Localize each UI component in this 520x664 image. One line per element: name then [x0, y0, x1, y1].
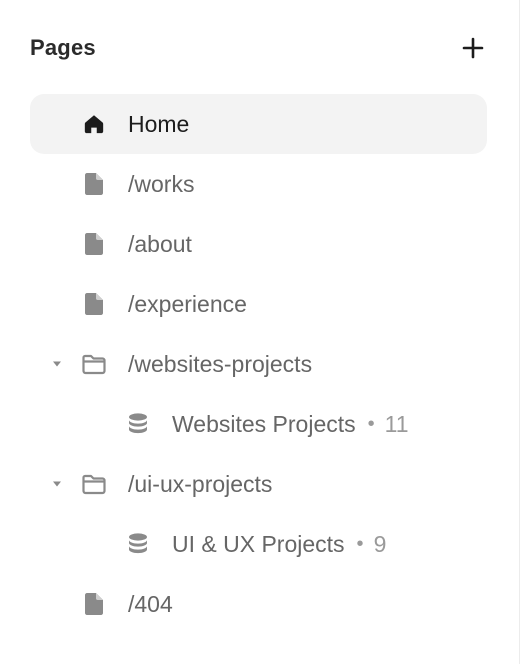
page-item-404[interactable]: /404	[30, 574, 487, 634]
page-icon	[82, 592, 106, 616]
add-page-button[interactable]	[459, 34, 487, 62]
page-item-label: /ui-ux-projects	[128, 470, 273, 497]
page-item-label: /404	[128, 590, 173, 617]
page-item-experience[interactable]: /experience	[30, 274, 487, 334]
collection-count: 11	[384, 410, 409, 437]
collection-item-label: Websites Projects • 11	[172, 411, 409, 438]
database-icon	[126, 412, 150, 436]
folder-icon	[82, 472, 106, 496]
caret-down-icon[interactable]	[50, 357, 64, 371]
pages-title: Pages	[30, 35, 96, 60]
plus-icon	[462, 37, 484, 59]
pages-list: Home /works /about /experience /websites…	[30, 94, 487, 634]
page-item-label: Home	[128, 110, 190, 137]
page-item-websites-projects[interactable]: /websites-projects	[30, 334, 487, 394]
page-icon	[82, 232, 106, 256]
collection-item-ui-ux-projects[interactable]: UI & UX Projects • 9	[30, 514, 487, 574]
page-item-label: /websites-projects	[128, 350, 313, 377]
folder-icon	[82, 352, 106, 376]
collection-item-label: UI & UX Projects • 9	[172, 531, 386, 558]
home-icon	[82, 112, 106, 136]
page-item-about[interactable]: /about	[30, 214, 487, 274]
database-icon	[126, 532, 150, 556]
pages-panel: Pages Home /works /about /experience /we…	[0, 0, 520, 664]
collection-name: UI & UX Projects	[172, 530, 345, 557]
collection-count: 9	[373, 530, 387, 557]
collection-name: Websites Projects	[172, 410, 356, 437]
collection-item-websites-projects[interactable]: Websites Projects • 11	[30, 394, 487, 454]
page-icon	[82, 292, 106, 316]
page-item-home[interactable]: Home	[30, 94, 487, 154]
count-separator: •	[367, 412, 375, 435]
page-item-label: /experience	[128, 290, 247, 317]
page-icon	[82, 172, 106, 196]
pages-header: Pages	[30, 28, 487, 68]
page-item-label: /about	[128, 230, 192, 257]
caret-down-icon[interactable]	[50, 477, 64, 491]
page-item-label: /works	[128, 170, 195, 197]
count-separator: •	[356, 532, 364, 555]
page-item-ui-ux-projects[interactable]: /ui-ux-projects	[30, 454, 487, 514]
page-item-works[interactable]: /works	[30, 154, 487, 214]
